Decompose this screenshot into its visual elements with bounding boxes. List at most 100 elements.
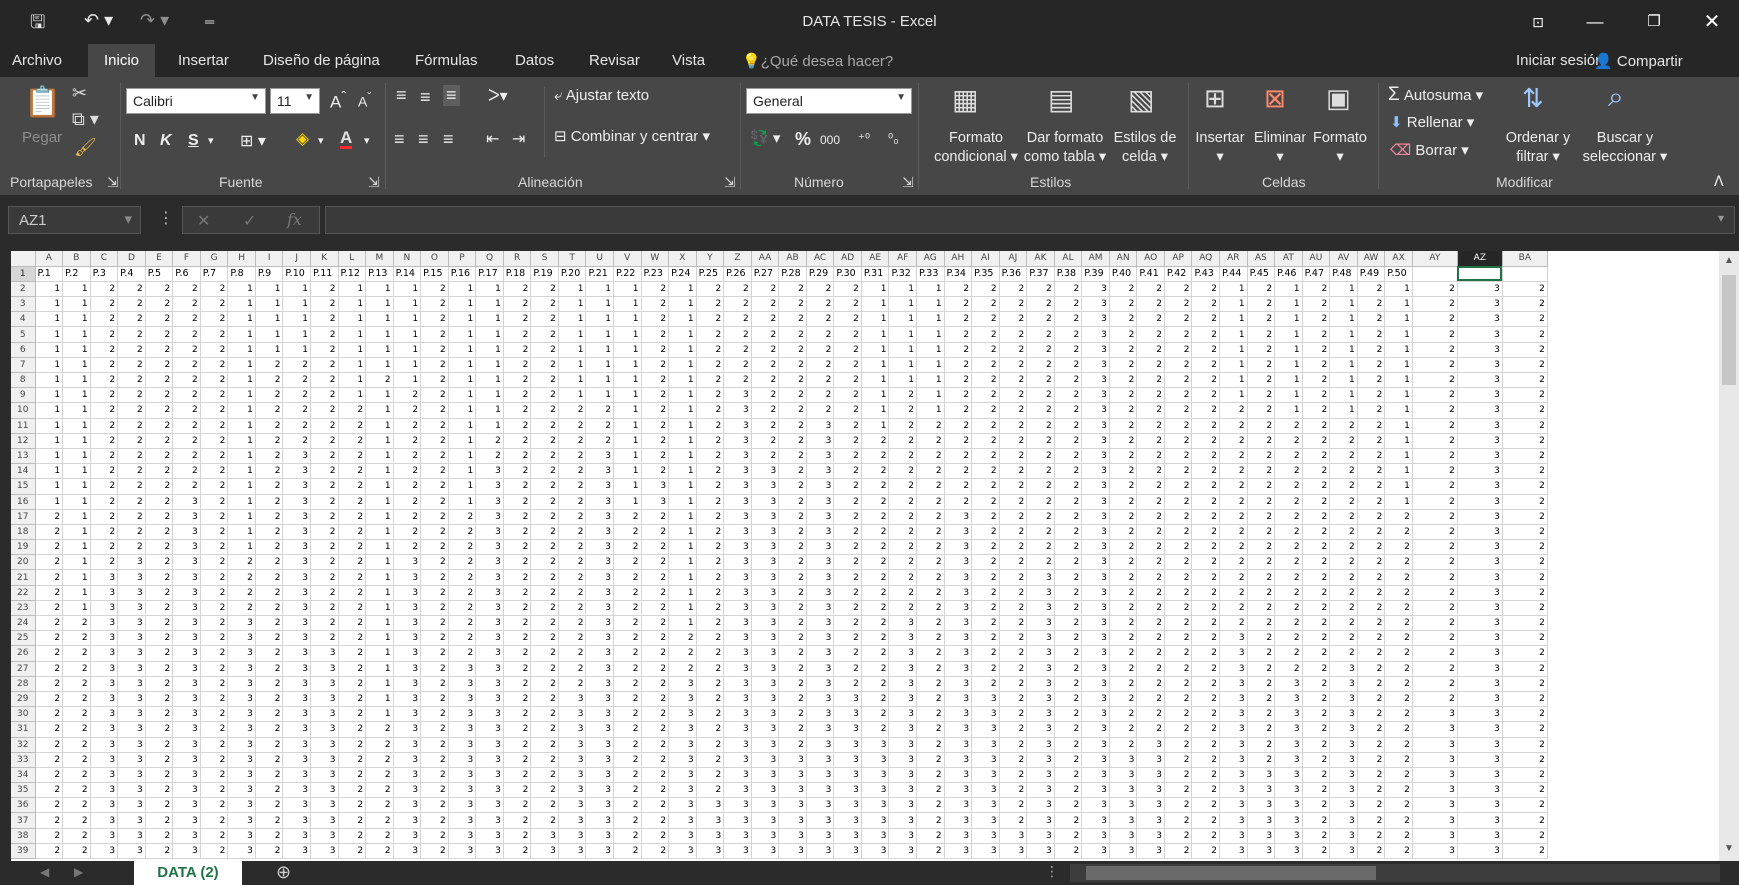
cell[interactable]: 1 — [1329, 342, 1358, 358]
cell[interactable]: 3 — [282, 478, 311, 495]
cell[interactable]: 2 — [751, 372, 780, 389]
cell[interactable]: 2 — [200, 569, 229, 586]
decrease-decimal-icon[interactable]: ⁰₀ — [888, 131, 899, 147]
cell[interactable]: 3 — [806, 828, 835, 844]
cell[interactable]: 2 — [1357, 524, 1386, 541]
cell[interactable]: 1 — [365, 554, 394, 571]
cell[interactable]: 3 — [585, 569, 614, 586]
cell[interactable]: 2 — [1109, 645, 1138, 662]
cell[interactable]: 2 — [1191, 661, 1221, 677]
cell[interactable]: 1 — [255, 296, 284, 313]
cell[interactable]: 3 — [1247, 782, 1276, 799]
cell[interactable]: 2 — [145, 326, 174, 343]
cell[interactable]: 2 — [1054, 782, 1083, 799]
cell[interactable]: 2 — [1136, 311, 1165, 328]
cell[interactable]: 2 — [420, 721, 449, 738]
cell[interactable]: 2 — [641, 828, 670, 844]
cell[interactable]: 2 — [641, 691, 670, 708]
cell[interactable]: 2 — [420, 661, 449, 677]
tab-datos[interactable]: Datos — [515, 52, 554, 69]
cell[interactable]: 2 — [35, 843, 64, 860]
cell[interactable]: 2 — [1164, 828, 1193, 844]
cell[interactable]: 2 — [200, 463, 229, 480]
cell[interactable]: 2 — [916, 676, 945, 692]
cell[interactable]: 2 — [696, 509, 725, 525]
cell[interactable]: 3 — [1081, 281, 1110, 298]
align-bottom-icon[interactable]: ≡ — [443, 85, 460, 106]
cell[interactable]: 3 — [888, 676, 917, 692]
cell[interactable]: 2 — [1109, 478, 1138, 495]
column-header[interactable]: S — [530, 251, 559, 267]
cell[interactable]: 3 — [558, 767, 587, 784]
alignment-launcher-icon[interactable]: ⇲ — [724, 174, 736, 191]
cell[interactable]: 2 — [833, 524, 862, 541]
cell[interactable]: 3 — [282, 676, 311, 692]
cell[interactable]: 3 — [778, 812, 807, 829]
cell[interactable]: 2 — [338, 706, 367, 723]
cell[interactable]: 2 — [200, 311, 229, 328]
cell[interactable]: 3 — [172, 752, 201, 768]
cell[interactable]: 2 — [1219, 615, 1248, 632]
cell[interactable]: 2 — [503, 342, 532, 358]
cell[interactable]: 1 — [613, 494, 642, 510]
cell[interactable]: 2 — [117, 524, 146, 541]
cell[interactable]: P.15 — [420, 266, 449, 282]
cell[interactable]: 2 — [778, 676, 807, 692]
cell[interactable]: 3 — [1081, 539, 1110, 556]
cell[interactable]: 2 — [861, 706, 890, 723]
cell[interactable]: 2 — [393, 387, 422, 404]
cell[interactable]: 2 — [1384, 569, 1413, 586]
cell[interactable]: 2 — [62, 812, 91, 829]
cell[interactable]: 3 — [1274, 797, 1303, 814]
cell[interactable]: P.13 — [365, 266, 394, 282]
cell[interactable]: 3 — [944, 721, 973, 738]
cell[interactable]: 2 — [1502, 569, 1548, 586]
cell[interactable]: 3 — [696, 828, 725, 844]
cell[interactable]: 2 — [1502, 433, 1548, 449]
cell[interactable]: 3 — [1026, 615, 1055, 632]
cell[interactable]: 3 — [668, 812, 697, 829]
row-header[interactable]: 36 — [11, 797, 36, 814]
cell[interactable]: 2 — [558, 539, 587, 556]
cell[interactable]: 2 — [1164, 691, 1193, 708]
cell[interactable]: 3 — [282, 737, 311, 753]
cell[interactable]: 2 — [641, 721, 670, 738]
cell[interactable]: 3 — [1081, 797, 1110, 814]
cell[interactable]: 2 — [448, 509, 477, 525]
cell[interactable]: 3 — [448, 691, 477, 708]
cell[interactable]: 2 — [999, 326, 1028, 343]
cell[interactable]: 1 — [1219, 372, 1248, 389]
cell[interactable]: 2 — [944, 357, 973, 374]
cell[interactable]: 1 — [448, 463, 477, 480]
cell[interactable]: 3 — [1457, 539, 1503, 556]
signin-link[interactable]: Iniciar sesión — [1516, 52, 1604, 69]
cell[interactable]: 2 — [530, 569, 559, 586]
column-header[interactable]: AA — [751, 251, 780, 267]
cell[interactable]: 2 — [1247, 569, 1276, 586]
cell[interactable]: 2 — [833, 418, 862, 434]
cell[interactable]: 3 — [1081, 585, 1110, 601]
cell[interactable]: 2 — [35, 782, 64, 799]
cell[interactable]: 2 — [944, 448, 973, 465]
cell[interactable]: 3 — [90, 585, 119, 601]
cell[interactable]: 2 — [1054, 463, 1083, 480]
column-header[interactable]: AK — [1026, 251, 1055, 267]
column-header[interactable]: AX — [1384, 251, 1413, 267]
cell[interactable]: 3 — [778, 797, 807, 814]
cell[interactable]: 3 — [668, 828, 697, 844]
cell[interactable]: 3 — [861, 812, 890, 829]
cell[interactable]: 2 — [999, 812, 1028, 829]
cell[interactable]: 1 — [448, 311, 477, 328]
cell[interactable]: 2 — [200, 812, 229, 829]
cell[interactable]: 1 — [475, 418, 504, 434]
cell[interactable]: 3 — [475, 554, 504, 571]
cell[interactable]: 3 — [90, 600, 119, 617]
cell[interactable]: 2 — [1219, 524, 1248, 541]
cell[interactable]: 1 — [888, 281, 917, 298]
cell[interactable]: 1 — [62, 311, 91, 328]
cell[interactable]: 2 — [833, 630, 862, 647]
cell[interactable]: 2 — [1136, 357, 1165, 374]
cell[interactable]: 2 — [944, 281, 973, 298]
cell[interactable]: 2 — [1384, 615, 1413, 632]
cell[interactable]: 2 — [944, 494, 973, 510]
